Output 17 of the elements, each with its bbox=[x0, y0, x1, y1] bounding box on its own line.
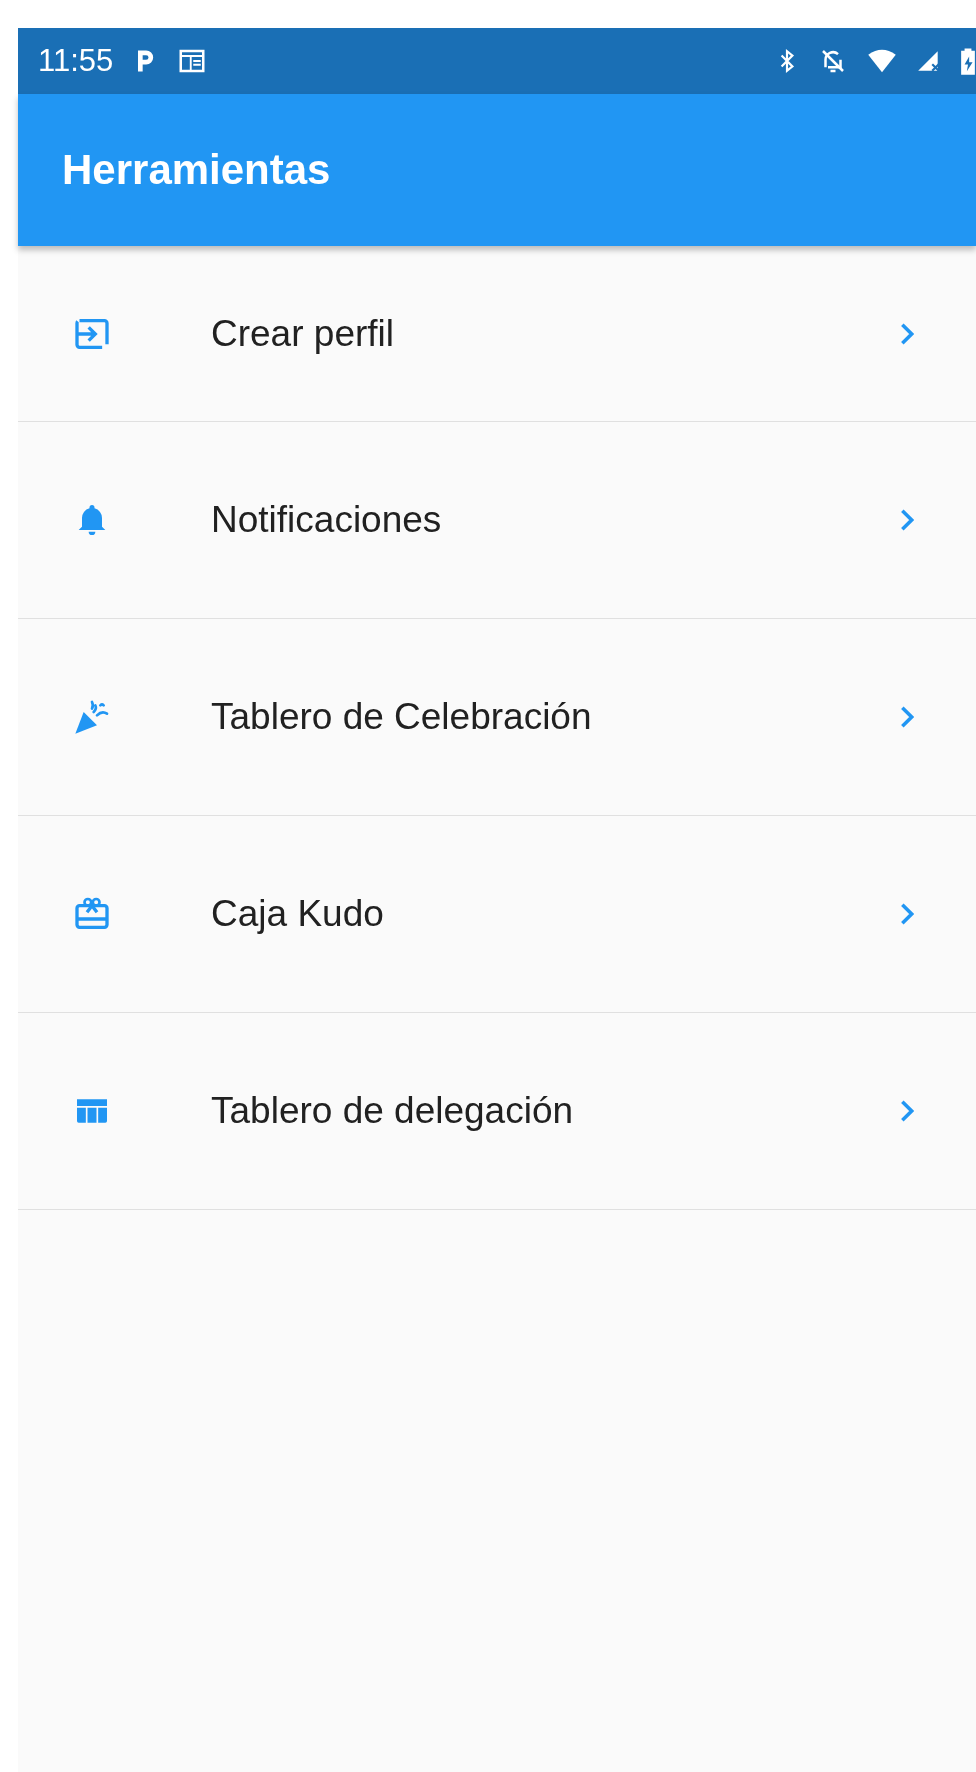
chevron-right-icon bbox=[900, 1099, 914, 1123]
app-title: Herramientas bbox=[62, 146, 331, 194]
list-item[interactable]: Caja Kudo bbox=[18, 816, 976, 1013]
chevron-right-icon bbox=[900, 902, 914, 926]
status-time: 11:55 bbox=[38, 43, 114, 79]
item-label: Tablero de delegación bbox=[211, 1090, 575, 1132]
list-item[interactable]: Tablero de delegación bbox=[18, 1013, 976, 1210]
list-item[interactable]: Tablero de Celebración bbox=[18, 619, 976, 816]
chevron-right-icon bbox=[900, 321, 914, 346]
list-item[interactable]: Notificaciones bbox=[18, 422, 976, 619]
item-label: Caja Kudo bbox=[211, 893, 385, 935]
item-label: Tablero de Celebración bbox=[211, 696, 593, 738]
chevron-right-icon bbox=[900, 705, 914, 729]
chevron-right-icon bbox=[900, 508, 914, 532]
item-label: Notificaciones bbox=[211, 499, 443, 541]
list-item[interactable]: Crear perfil bbox=[18, 246, 976, 422]
item-label: Crear perfil bbox=[211, 312, 395, 355]
